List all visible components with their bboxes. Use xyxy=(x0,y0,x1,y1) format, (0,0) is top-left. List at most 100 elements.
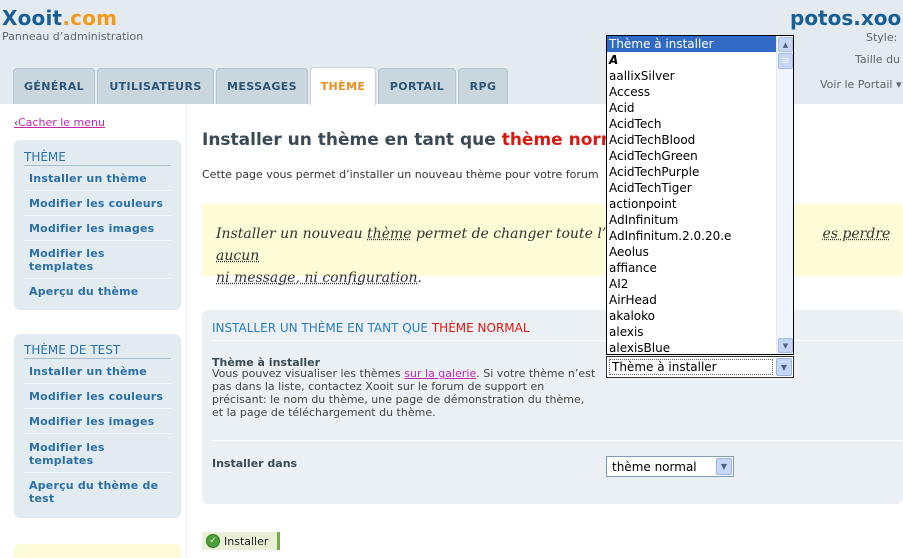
dropdown-option[interactable]: Acid xyxy=(607,100,776,116)
page-title-text: Installer un thème en tant que xyxy=(202,130,502,150)
sidebar-box-theme: THÈME Installer un thème Modifier les co… xyxy=(14,140,181,310)
notice-term: thème xyxy=(367,226,412,242)
dropdown-option[interactable]: affiance xyxy=(607,260,776,276)
check-icon: ✓ xyxy=(206,534,220,548)
dropdown-option[interactable]: akaloko xyxy=(607,308,776,324)
notice-part: . xyxy=(417,270,422,286)
style-label: Style: xyxy=(866,31,898,44)
brand-subtitle: Panneau d’administration xyxy=(2,30,144,43)
divider xyxy=(24,408,171,409)
sidebar-item-test-theme-preview[interactable]: Aperçu du thème de test xyxy=(14,479,169,505)
size-label: Taille du xyxy=(855,53,901,66)
dropdown-option[interactable]: AcidTech xyxy=(607,116,776,132)
dropdown-option[interactable]: alexisBlue xyxy=(607,340,776,354)
field-description: Vous pouvez visualiser les thèmes sur la… xyxy=(212,367,597,419)
sidebar-item-edit-colors[interactable]: Modifier les couleurs xyxy=(14,197,181,210)
panel-title-text: INSTALLER UN THÈME EN TANT QUE xyxy=(212,321,432,335)
divider xyxy=(212,340,903,341)
sidebar-item-edit-images[interactable]: Modifier les images xyxy=(14,222,181,235)
dropdown-option[interactable]: Aeolus xyxy=(607,244,776,260)
tab-users[interactable]: UTILISATEURS xyxy=(97,68,214,104)
dropdown-option[interactable]: AcidTechGreen xyxy=(607,148,776,164)
brand-name: Xooit xyxy=(2,6,63,30)
divider xyxy=(24,165,171,166)
dropdown-option[interactable]: AcidTechPurple xyxy=(607,164,776,180)
dropdown-option[interactable]: AdInfinitum xyxy=(607,212,776,228)
sidebar-item-edit-images[interactable]: Modifier les images xyxy=(14,415,181,428)
sidebar-item-install-theme[interactable]: Installer un thème xyxy=(14,172,181,185)
view-portal-link[interactable]: Voir le Portail ▾ xyxy=(820,78,901,91)
tab-portal[interactable]: PORTAIL xyxy=(378,68,456,104)
sidebar-box-title: THÈME DE TEST xyxy=(24,343,121,357)
chevron-down-icon: ▼ xyxy=(776,358,792,376)
dropdown-option[interactable]: AirHead xyxy=(607,292,776,308)
forum-title[interactable]: potos.xoo xyxy=(790,6,901,30)
divider xyxy=(24,215,171,216)
field-label-install-in: Installer dans xyxy=(212,457,298,470)
sidebar-box-yellow xyxy=(14,544,181,558)
dropdown-option[interactable]: A xyxy=(607,52,776,68)
theme-select[interactable]: Thème à installer ▼ xyxy=(606,356,794,378)
dropdown-options: Thème à installer AaallixSilver Access Acid… xyxy=(607,36,776,354)
install-button-label: Installer xyxy=(224,534,269,548)
sidebar-box-title: THÈME xyxy=(24,150,66,164)
sidebar-item-theme-preview[interactable]: Aperçu du thème xyxy=(14,285,181,298)
install-target-select[interactable]: thème normal ▼ xyxy=(606,456,734,477)
tab-label: MESSAGES xyxy=(227,80,297,93)
page-title: Installer un thème en tant que thème nor… xyxy=(202,130,619,150)
tab-label: RPG xyxy=(469,80,497,93)
scrollbar-thumb[interactable] xyxy=(778,53,793,69)
scroll-down-icon[interactable]: ▼ xyxy=(778,338,793,353)
dropdown-option[interactable]: AcidTechTiger xyxy=(607,180,776,196)
hide-menu-label: Cacher le menu xyxy=(18,116,105,129)
scroll-up-icon[interactable]: ▲ xyxy=(778,37,793,52)
sidebar: ‹Cacher le menu THÈME Installer un thème… xyxy=(2,104,186,558)
install-target-value: thème normal xyxy=(612,459,697,474)
field-description-text: Vous pouvez visualiser les thèmes xyxy=(212,367,405,380)
divider xyxy=(212,440,903,441)
grip-icon xyxy=(782,60,789,61)
notice-term: ni message, ni configuration xyxy=(216,270,418,286)
divider xyxy=(24,240,171,241)
sidebar-item-install-theme[interactable]: Installer un thème xyxy=(14,365,181,378)
sidebar-item-edit-templates[interactable]: Modifier les templates xyxy=(14,247,134,273)
panel-title-highlight: THÈME NORMAL xyxy=(431,321,530,335)
dropdown-scrollbar[interactable]: ▲ ▼ xyxy=(776,36,793,354)
chevron-down-icon: ▼ xyxy=(716,458,732,475)
info-notice: Installer un nouveau thème permet de cha… xyxy=(202,204,903,286)
theme-dropdown-list[interactable]: Thème à installer AaallixSilver Access Acid… xyxy=(606,35,794,355)
hide-menu-link[interactable]: ‹Cacher le menu xyxy=(14,116,105,129)
tab-label: UTILISATEURS xyxy=(109,80,202,93)
dropdown-option[interactable]: aallixSilver xyxy=(607,68,776,84)
dropdown-option[interactable]: AI2 xyxy=(607,276,776,292)
page-title-highlight: thème norm xyxy=(501,130,619,150)
dropdown-option[interactable]: Thème à installer xyxy=(607,36,776,52)
notice-part: permet de changer toute l’app xyxy=(411,226,633,242)
notice-text: Installer un nouveau thème permet de cha… xyxy=(216,223,903,289)
tab-label: GÉNÉRAL xyxy=(23,80,85,93)
tab-messages[interactable]: MESSAGES xyxy=(216,68,308,104)
tab-general[interactable]: GÉNÉRAL xyxy=(13,68,95,104)
dropdown-option[interactable]: AdInfinitum.2.0.20.e xyxy=(607,228,776,244)
tab-label: THÈME xyxy=(320,80,366,93)
gallery-link[interactable]: sur la galerie xyxy=(404,367,476,380)
notice-part: Installer un nouveau xyxy=(216,226,368,242)
sidebar-item-edit-templates[interactable]: Modifier les templates xyxy=(14,441,134,467)
divider xyxy=(24,383,171,384)
dropdown-option[interactable]: AcidTechBlood xyxy=(607,132,776,148)
divider xyxy=(24,472,171,473)
tab-theme[interactable]: THÈME xyxy=(310,67,376,105)
theme-select-value: Thème à installer xyxy=(612,360,717,374)
install-button[interactable]: ✓ Installer xyxy=(202,532,280,550)
main-content: Installer un thème en tant que thème nor… xyxy=(186,104,903,558)
sidebar-box-test-theme: THÈME DE TEST Installer un thème Modifie… xyxy=(14,334,181,518)
dropdown-option[interactable]: alexis xyxy=(607,324,776,340)
divider xyxy=(24,358,171,359)
brand-logo[interactable]: Xooit.com xyxy=(2,6,117,30)
dropdown-option[interactable]: actionpoint xyxy=(607,196,776,212)
sidebar-item-edit-colors[interactable]: Modifier les couleurs xyxy=(14,390,181,403)
panel-title: INSTALLER UN THÈME EN TANT QUE THÈME NOR… xyxy=(212,321,530,335)
tab-rpg[interactable]: RPG xyxy=(458,68,508,104)
divider xyxy=(24,190,171,191)
dropdown-option[interactable]: Access xyxy=(607,84,776,100)
